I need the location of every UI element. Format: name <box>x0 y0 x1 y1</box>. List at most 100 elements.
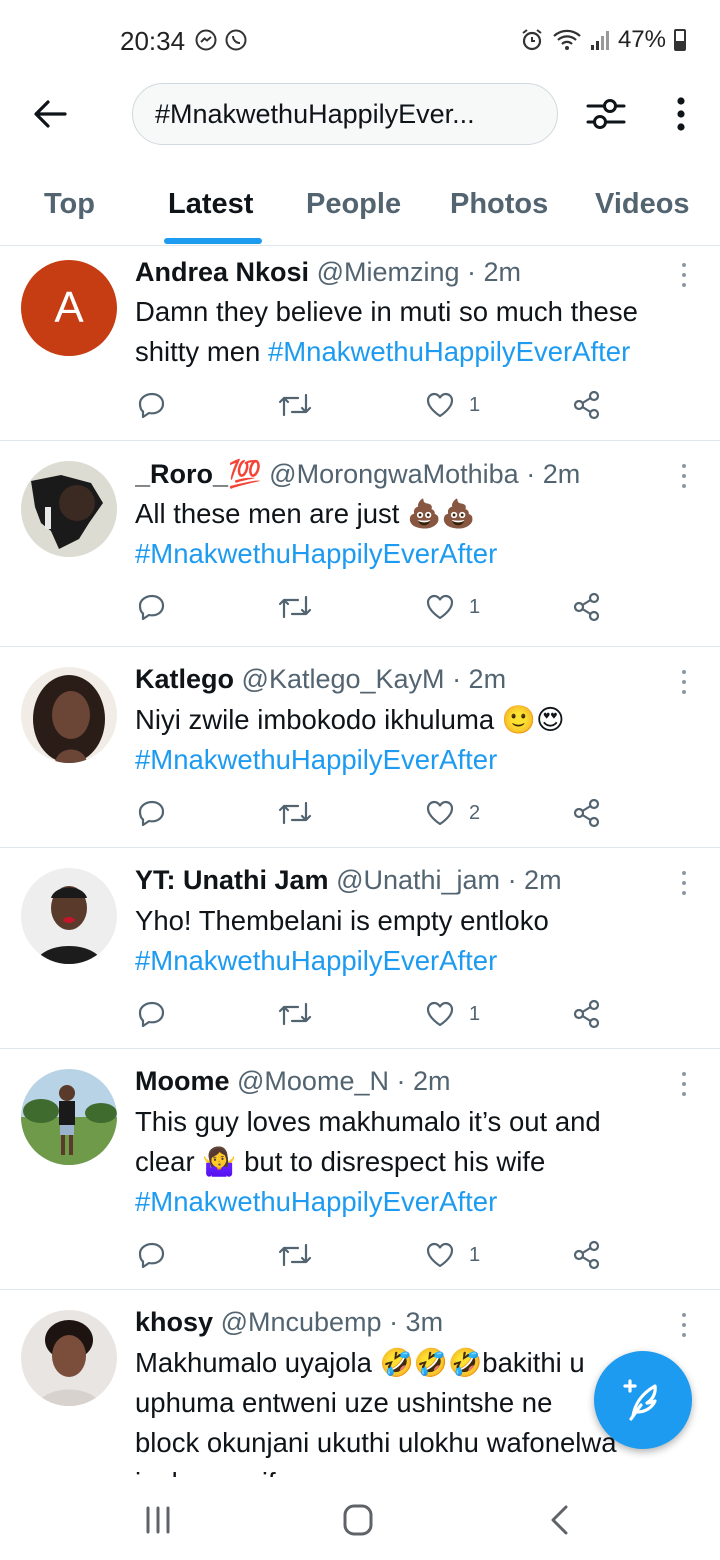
hashtag-link[interactable]: #MnakwethuHappilyEverAfter <box>135 941 690 981</box>
tweet-header: YT: Unathi Jam @Unathi_jam · 2m <box>135 865 680 896</box>
share-button[interactable] <box>572 793 602 833</box>
tweet-item[interactable]: Katlego @Katlego_KayM · 2m Niyi zwile im… <box>0 647 720 848</box>
search-tabs: Top Latest People Photos Videos <box>0 170 720 246</box>
avatar[interactable] <box>21 461 117 557</box>
author-handle: @Mncubemp <box>220 1307 382 1337</box>
reply-icon <box>138 800 165 827</box>
share-icon <box>573 1240 600 1270</box>
retweet-button[interactable] <box>277 793 313 833</box>
tweet-header: khosy @Mncubemp · 3m <box>135 1307 680 1338</box>
avatar-image <box>21 461 117 557</box>
tweet-time: · 2m <box>396 1066 451 1096</box>
tweet-menu-icon[interactable] <box>680 262 688 288</box>
tweet-item[interactable]: YT: Unathi Jam @Unathi_jam · 2m Yho! The… <box>0 848 720 1049</box>
notification-icons <box>194 28 248 52</box>
tab-photos[interactable]: Photos <box>450 188 548 221</box>
tweet-menu-icon[interactable] <box>680 1071 688 1097</box>
recent-apps-icon[interactable] <box>138 1504 178 1536</box>
share-button[interactable] <box>572 994 602 1034</box>
hashtag-link[interactable]: #MnakwethuHappilyEverAfter <box>135 740 690 780</box>
tweet-menu-icon[interactable] <box>680 669 688 695</box>
avatar[interactable] <box>21 667 117 763</box>
tweet-text-line: This guy loves makhumalo it’s out and <box>135 1106 601 1137</box>
tweet-menu-icon[interactable] <box>680 1312 688 1338</box>
author-name[interactable]: Moome <box>135 1066 230 1096</box>
author-name[interactable]: khosy <box>135 1307 213 1337</box>
author-name[interactable]: _Roro_💯 <box>135 459 262 489</box>
avatar-image <box>21 667 117 763</box>
tab-latest[interactable]: Latest <box>168 188 253 221</box>
like-button[interactable]: 2 <box>425 793 480 833</box>
compose-tweet-button[interactable] <box>594 1351 692 1449</box>
reply-button[interactable] <box>137 994 167 1034</box>
more-vertical-icon <box>677 97 685 131</box>
tweet-time: · 2m <box>467 257 522 287</box>
author-name[interactable]: Andrea Nkosi <box>135 257 309 287</box>
reply-button[interactable] <box>137 385 167 425</box>
home-icon[interactable] <box>338 1504 378 1536</box>
author-name[interactable]: YT: Unathi Jam <box>135 865 329 895</box>
tweet-text: Yho! Thembelani is empty entloko #Mnakwe… <box>135 901 690 981</box>
tweet-time: · 2m <box>526 459 581 489</box>
tweet-text: All these men are just 💩💩 #MnakwethuHapp… <box>135 494 690 574</box>
author-handle: @Katlego_KayM <box>241 664 445 694</box>
battery-percent: 47% <box>617 26 666 53</box>
more-options-button[interactable] <box>666 94 696 134</box>
active-tab-indicator <box>164 238 262 244</box>
tweet-text: Damn they believe in muti so much these … <box>135 292 690 372</box>
reply-button[interactable] <box>137 587 167 627</box>
hashtag-link[interactable]: #MnakwethuHappilyEverAfter <box>135 1182 690 1222</box>
avatar[interactable] <box>21 1310 117 1406</box>
tweet-header: Andrea Nkosi @Miemzing · 2m <box>135 257 680 288</box>
nav-back-icon[interactable] <box>540 1504 580 1536</box>
search-input[interactable]: #MnakwethuHappilyEver... <box>132 83 558 145</box>
tweet-text-line: Yho! Thembelani is empty entloko <box>135 905 549 936</box>
reply-icon <box>138 1001 165 1028</box>
reply-button[interactable] <box>137 793 167 833</box>
share-button[interactable] <box>572 385 602 425</box>
tweet-item[interactable]: Moome @Moome_N · 2m This guy loves makhu… <box>0 1049 720 1290</box>
avatar[interactable] <box>21 1069 117 1165</box>
tab-top[interactable]: Top <box>44 188 95 221</box>
tweet-item[interactable]: A Andrea Nkosi @Miemzing · 2m Damn they … <box>0 247 720 441</box>
tweet-menu-icon[interactable] <box>680 870 688 896</box>
tweet-menu-icon[interactable] <box>680 463 688 489</box>
tweet-actions: 1 <box>135 587 605 627</box>
retweet-button[interactable] <box>277 994 313 1034</box>
like-count: 1 <box>469 1002 481 1025</box>
tab-videos[interactable]: Videos <box>595 188 690 221</box>
like-count: 2 <box>469 801 481 824</box>
like-button[interactable]: 1 <box>425 994 480 1034</box>
like-button[interactable]: 1 <box>425 385 480 425</box>
hashtag-link[interactable]: #MnakwethuHappilyEverAfter <box>268 336 630 367</box>
tweet-time: · 2m <box>452 664 507 694</box>
back-arrow-icon <box>34 100 67 128</box>
retweet-button[interactable] <box>277 587 313 627</box>
share-button[interactable] <box>572 1235 602 1275</box>
author-name[interactable]: Katlego <box>135 664 234 694</box>
messenger-icon <box>195 29 217 51</box>
like-count: 1 <box>469 1243 481 1266</box>
like-button[interactable]: 1 <box>425 587 480 627</box>
like-count: 1 <box>469 393 481 416</box>
retweet-icon <box>278 393 312 417</box>
reply-button[interactable] <box>137 1235 167 1275</box>
hashtag-link[interactable]: #MnakwethuHappilyEverAfter <box>135 534 690 574</box>
reply-icon <box>138 1242 165 1269</box>
tweet-feed[interactable]: A Andrea Nkosi @Miemzing · 2m Damn they … <box>0 247 720 1477</box>
share-button[interactable] <box>572 587 602 627</box>
back-button[interactable] <box>30 94 70 134</box>
reply-icon <box>138 392 165 419</box>
like-count: 1 <box>469 595 481 618</box>
tweet-text-line: Damn they believe in muti so much these <box>135 296 638 327</box>
tab-people[interactable]: People <box>306 188 401 221</box>
like-button[interactable]: 1 <box>425 1235 480 1275</box>
retweet-button[interactable] <box>277 385 313 425</box>
like-heart-icon <box>426 1001 454 1027</box>
avatar[interactable] <box>21 868 117 964</box>
avatar[interactable]: A <box>21 260 117 356</box>
share-icon <box>573 592 600 622</box>
retweet-button[interactable] <box>277 1235 313 1275</box>
tweet-item[interactable]: _Roro_💯 @MorongwaMothiba · 2m All these … <box>0 441 720 647</box>
search-filter-button[interactable] <box>584 94 628 134</box>
